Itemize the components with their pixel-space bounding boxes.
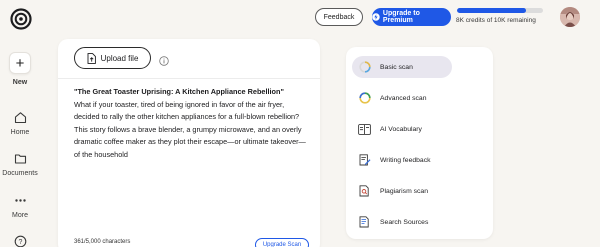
divider xyxy=(58,78,320,79)
tool-basic-scan[interactable]: Basic scan xyxy=(352,56,452,78)
sidebar-item-documents[interactable]: Documents xyxy=(0,150,40,177)
advanced-scan-icon xyxy=(358,92,371,105)
tool-ai-vocabulary[interactable]: AI Vocabulary xyxy=(352,118,452,140)
upload-file-icon xyxy=(87,52,96,64)
upload-file-label: Upload file xyxy=(100,53,139,63)
writing-feedback-icon xyxy=(358,154,371,167)
tool-label: AI Vocabulary xyxy=(380,125,422,133)
credits-progress-fill xyxy=(457,8,526,13)
avatar[interactable] xyxy=(560,7,580,27)
vocabulary-book-icon xyxy=(358,123,371,136)
help-button[interactable]: ? xyxy=(0,233,40,247)
upgrade-premium-button[interactable]: Upgrade to Premium xyxy=(372,8,451,26)
plagiarism-scan-icon xyxy=(358,185,371,198)
info-icon[interactable] xyxy=(159,53,169,66)
tool-label: Advanced scan xyxy=(380,94,427,102)
basic-scan-icon xyxy=(358,61,371,74)
document-body: What if your toaster, tired of being ign… xyxy=(74,99,306,159)
scan-tools-panel: Basic scan Advanced scan AI Vocabulary W… xyxy=(346,47,493,239)
tool-plagiarism-scan[interactable]: Plagiarism scan xyxy=(352,180,452,202)
document-text-area[interactable]: "The Great Toaster Uprising: A Kitchen A… xyxy=(74,86,310,162)
plus-icon[interactable]: + xyxy=(9,52,31,74)
tool-writing-feedback[interactable]: Writing feedback xyxy=(352,149,452,171)
help-icon[interactable]: ? xyxy=(12,233,28,247)
tool-label: Plagiarism scan xyxy=(380,187,428,195)
home-icon xyxy=(12,109,28,125)
sidebar-item-more[interactable]: More xyxy=(0,192,40,219)
svg-text:?: ? xyxy=(18,239,22,246)
tool-label: Search Sources xyxy=(380,218,429,226)
character-count: 361/5,000 characters xyxy=(74,239,131,245)
document-title: "The Great Toaster Uprising: A Kitchen A… xyxy=(74,87,284,96)
feedback-button[interactable]: Feedback xyxy=(315,8,363,26)
brand-logo-icon[interactable] xyxy=(10,8,32,30)
editor-card: Upload file "The Great Toaster Uprising:… xyxy=(58,39,320,247)
credits-progress-bar xyxy=(457,8,543,13)
sidebar-item-label: New xyxy=(12,79,28,86)
tool-search-sources[interactable]: Search Sources xyxy=(352,211,452,233)
lightning-icon xyxy=(372,13,380,21)
credits-remaining-text: 8K credits of 10K remaining xyxy=(456,17,536,24)
upgrade-scan-button[interactable]: Upgrade Scan xyxy=(255,238,309,247)
sidebar-item-home[interactable]: Home xyxy=(0,109,40,136)
more-dots-icon xyxy=(12,192,28,208)
tool-label: Basic scan xyxy=(380,63,413,71)
tool-label: Writing feedback xyxy=(380,156,431,164)
sidebar-item-label: Home xyxy=(10,129,30,136)
folder-icon xyxy=(12,150,28,166)
tool-advanced-scan[interactable]: Advanced scan xyxy=(352,87,452,109)
sidebar-item-new[interactable]: + New xyxy=(0,52,40,86)
sidebar-item-label: Documents xyxy=(2,170,38,177)
sidebar-item-label: More xyxy=(12,212,28,219)
search-sources-icon xyxy=(358,216,371,229)
upload-file-button[interactable]: Upload file xyxy=(74,47,151,69)
upgrade-premium-label: Upgrade to Premium xyxy=(382,10,420,24)
